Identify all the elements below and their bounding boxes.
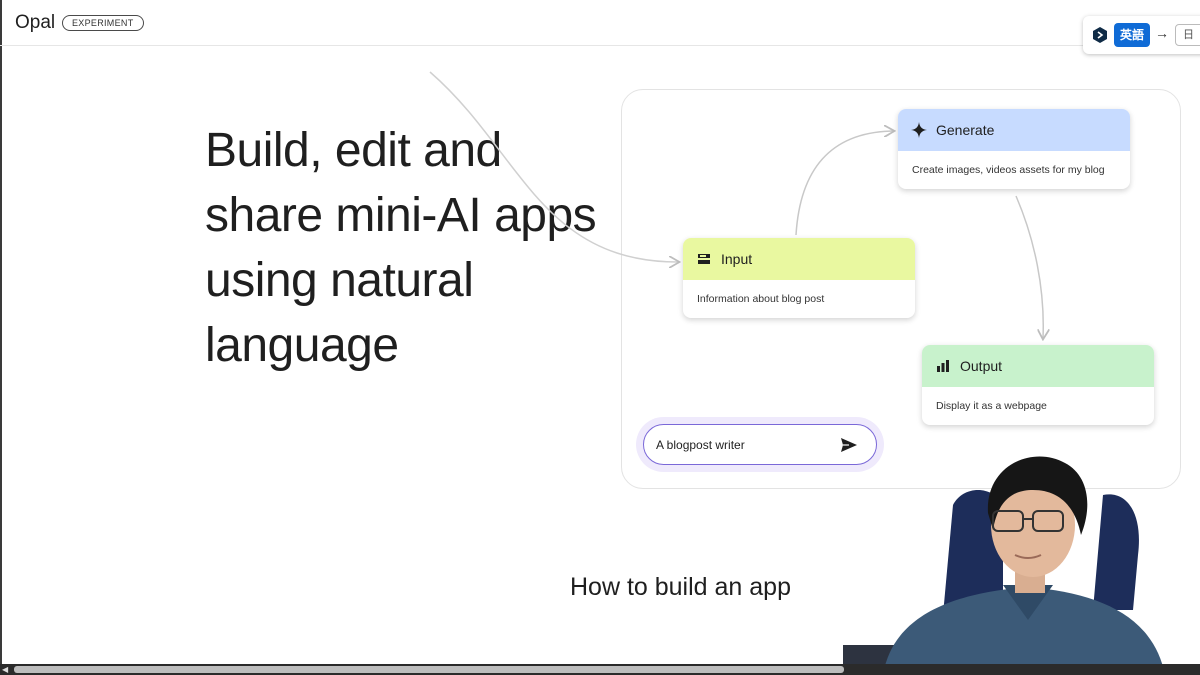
input-node[interactable]: Input Information about blog post — [683, 238, 915, 318]
output-node-title: Output — [960, 358, 1003, 374]
app-header: Opal EXPERIMENT — [0, 0, 1200, 46]
output-node-header: Output — [922, 345, 1154, 387]
output-node[interactable]: Output Display it as a webpage — [922, 345, 1154, 425]
arrow-right-icon: → — [1155, 25, 1169, 41]
experiment-badge: EXPERIMENT — [62, 15, 144, 31]
opal-logo[interactable]: Opal — [15, 12, 55, 34]
input-node-header: Input — [683, 238, 915, 280]
video-caption: How to build an app — [570, 573, 791, 601]
horizontal-scrollbar[interactable]: ◀ — [0, 664, 1200, 675]
input-node-title: Input — [721, 251, 753, 267]
generate-node-title: Generate — [936, 122, 995, 138]
generate-node-description: Create images, videos assets for my blog — [912, 164, 1105, 176]
source-language-button[interactable]: 英語 — [1114, 23, 1151, 47]
translator-widget[interactable]: 英語 → 日 — [1083, 16, 1200, 54]
prompt-input[interactable]: A blogpost writer — [643, 424, 877, 465]
window-edge — [0, 0, 2, 675]
hero-headline: Build, edit and share mini-AI apps using… — [205, 124, 597, 372]
scrollbar-thumb[interactable] — [14, 666, 844, 673]
target-language-button[interactable]: 日 — [1175, 24, 1200, 46]
translator-logo-icon — [1093, 27, 1107, 43]
input-node-description: Information about blog post — [697, 293, 825, 305]
generate-node[interactable]: Generate Create images, videos assets fo… — [898, 109, 1130, 189]
scroll-left-icon[interactable]: ◀ — [2, 666, 8, 674]
sparkle-icon — [910, 121, 928, 139]
presenter-webcam — [843, 456, 1165, 675]
chart-icon — [934, 357, 952, 375]
input-icon — [695, 250, 713, 268]
prompt-input-text: A blogpost writer — [656, 438, 745, 452]
output-node-description: Display it as a webpage — [936, 400, 1047, 412]
generate-node-header: Generate — [898, 109, 1130, 151]
